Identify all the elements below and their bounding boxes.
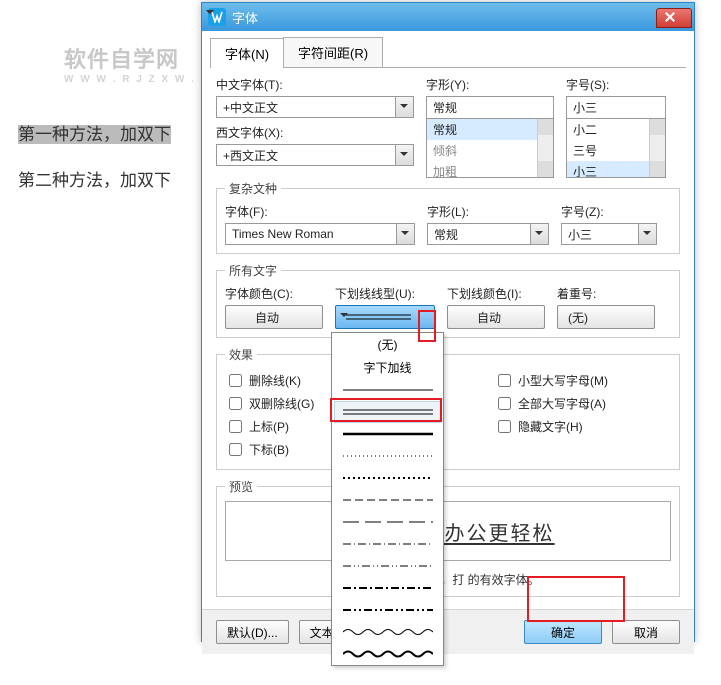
default-button[interactable]: 默认(D)...	[216, 620, 289, 644]
underline-opt-thick[interactable]	[332, 423, 443, 445]
underline-opt-wave-heavy[interactable]	[332, 643, 443, 665]
dialog-title: 字体	[232, 8, 258, 27]
underline-opt-dash-dot-dot[interactable]	[332, 555, 443, 577]
underline-opt-dotted-heavy[interactable]	[332, 467, 443, 489]
cn-font-value: +中文正文	[217, 99, 395, 116]
underline-type-button[interactable]	[335, 305, 435, 329]
complex-legend: 复杂文种	[225, 180, 281, 197]
en-font-combo[interactable]: +西文正文	[216, 144, 414, 166]
complex-size-label: 字号(Z):	[561, 203, 657, 220]
underline-opt-none[interactable]: (无)	[332, 333, 443, 356]
complex-font-combo[interactable]: Times New Roman	[225, 223, 415, 245]
style-opt-regular[interactable]: 常规	[427, 119, 553, 140]
doc-line-1: 第一种方法，加双下	[18, 112, 171, 158]
underline-opt-dash-dot-dot-heavy[interactable]	[332, 599, 443, 621]
cancel-button[interactable]: 取消	[612, 620, 680, 644]
chk-allcaps[interactable]: 全部大写字母(A)	[494, 392, 608, 415]
chevron-down-icon[interactable]	[530, 224, 548, 244]
effects-legend: 效果	[225, 346, 257, 363]
chevron-down-icon[interactable]	[638, 224, 656, 244]
underline-color-label: 下划线颜色(I):	[447, 285, 545, 302]
dialog-footer: 默认(D)... 文本效 确定 取消	[202, 609, 694, 654]
size-input[interactable]: 小三	[566, 96, 666, 118]
en-font-value: +西文正文	[217, 147, 395, 164]
underline-opt-dash-dot[interactable]	[332, 533, 443, 555]
cn-font-combo[interactable]: +中文正文	[216, 96, 414, 118]
en-font-label: 西文字体(X):	[216, 124, 414, 141]
preview-group: 预览 WPS 让比办公更轻松 尚未安装此字体，打 的有效字体。	[216, 478, 680, 597]
underline-opt-wave[interactable]	[332, 621, 443, 643]
underline-color-button[interactable]: 自动	[447, 305, 545, 329]
size-label: 字号(S):	[566, 76, 666, 93]
emphasis-label: 着重号:	[557, 285, 655, 302]
complex-style-label: 字形(L):	[427, 203, 549, 220]
chk-smallcaps[interactable]: 小型大写字母(M)	[494, 369, 608, 392]
font-color-button[interactable]: 自动	[225, 305, 323, 329]
underline-opt-dash-dot-heavy[interactable]	[332, 577, 443, 599]
style-input[interactable]: 常规	[426, 96, 554, 118]
complex-font-label: 字体(F):	[225, 203, 415, 220]
underline-opt-double[interactable]	[334, 401, 441, 423]
underline-opt-single[interactable]	[332, 379, 443, 401]
chevron-down-icon[interactable]	[395, 97, 413, 117]
chevron-down-icon[interactable]	[395, 145, 413, 165]
effects-group: 效果 删除线(K) 双删除线(G) 上标(P) 下标(B) 小型大写字母(M) …	[216, 346, 680, 470]
preview-legend: 预览	[225, 478, 257, 495]
complex-style-combo[interactable]: 常规	[427, 223, 549, 245]
style-opt-bold[interactable]: 加粗	[427, 161, 553, 178]
ok-button[interactable]: 确定	[524, 620, 602, 644]
style-opt-italic[interactable]: 倾斜	[427, 140, 553, 161]
style-label: 字形(Y):	[426, 76, 554, 93]
emphasis-button[interactable]: (无)	[557, 305, 655, 329]
underline-group-header: 字下加线	[332, 356, 443, 379]
underline-opt-dotted[interactable]	[332, 445, 443, 467]
chk-hidden[interactable]: 隐藏文字(H)	[494, 415, 608, 438]
font-color-label: 字体颜色(C):	[225, 285, 323, 302]
size-list[interactable]: 小二 三号 小三	[566, 118, 666, 178]
underline-opt-dash-long[interactable]	[332, 511, 443, 533]
chevron-down-icon[interactable]	[396, 224, 414, 244]
tab-font[interactable]: 字体(N)	[210, 38, 284, 68]
font-note: 尚未安装此字体，打 的有效字体。	[225, 571, 671, 588]
cn-font-label: 中文字体(T):	[216, 76, 414, 93]
complex-size-combo[interactable]: 小三	[561, 223, 657, 245]
tab-spacing[interactable]: 字符间距(R)	[283, 37, 383, 67]
underline-type-label: 下划线线型(U):	[335, 285, 435, 302]
scrollbar[interactable]	[649, 119, 665, 177]
font-dialog: 字体 字体(N) 字符间距(R) 中文字体(T): +中文正文 字形(Y): 常…	[201, 2, 695, 642]
titlebar[interactable]: 字体	[202, 3, 694, 31]
all-text-group: 所有文字 字体颜色(C): 自动 下划线线型(U): 下划线颜色(I): 自动	[216, 262, 680, 338]
underline-opt-dash[interactable]	[332, 489, 443, 511]
style-list[interactable]: 常规 倾斜 加粗	[426, 118, 554, 178]
complex-group: 复杂文种 字体(F): Times New Roman 字形(L): 常规 字号…	[216, 180, 680, 254]
tab-strip: 字体(N) 字符间距(R)	[210, 37, 686, 68]
close-icon[interactable]	[656, 8, 692, 28]
doc-line-2: 第二种方法，加双下	[18, 158, 171, 204]
background-document: 第一种方法，加双下 第二种方法，加双下	[18, 112, 171, 204]
all-legend: 所有文字	[225, 262, 281, 279]
preview-box: WPS 让比办公更轻松	[225, 501, 671, 561]
underline-dropdown[interactable]: (无) 字下加线	[331, 332, 444, 666]
scrollbar[interactable]	[537, 119, 553, 177]
double-line-icon	[346, 312, 411, 322]
